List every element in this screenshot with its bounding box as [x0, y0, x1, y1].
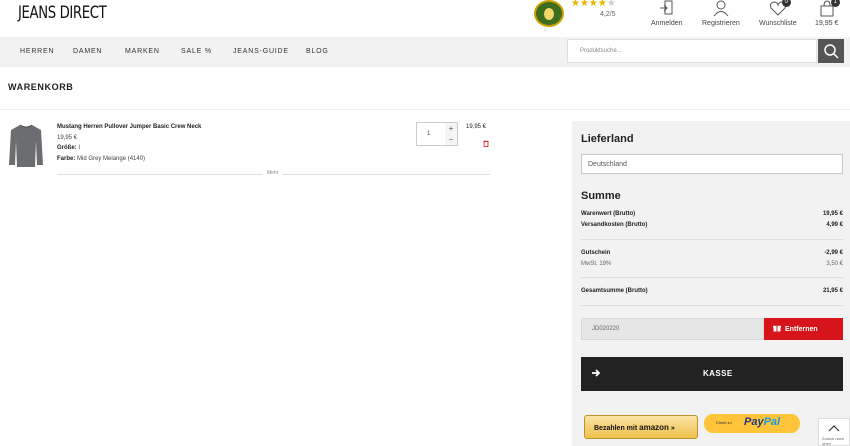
cart-button[interactable]: 1 19,95 € — [815, 0, 840, 27]
paypal-logo: PayPal — [744, 416, 780, 428]
site-logo[interactable]: JEANS DIRECT — [18, 3, 107, 23]
summary-label: Warenwert (Brutto) — [581, 211, 636, 217]
rating-text: 4,2/5 — [600, 11, 616, 18]
nav-item-sale[interactable]: SALE % — [181, 48, 212, 55]
summary-value: -2,99 € — [824, 250, 843, 256]
quantity-value[interactable]: 1 — [427, 131, 430, 137]
product-size: Größe: I — [57, 145, 80, 151]
user-icon — [711, 0, 731, 17]
trust-seal-icon[interactable] — [534, 0, 564, 27]
summary-value: 4,99 € — [826, 222, 843, 228]
quantity-decrease-button[interactable]: − — [445, 134, 457, 145]
search-button[interactable] — [818, 39, 844, 63]
wishlist-button[interactable]: 0 Wunschliste — [759, 0, 797, 27]
summary-label: Gesamtsumme (Brutto) — [581, 288, 648, 294]
remove-coupon-button[interactable]: Entfernen — [764, 318, 843, 340]
nav-item-damen[interactable]: DAMEN — [73, 48, 102, 55]
paypal-logo-pal: Pal — [763, 416, 781, 428]
amazon-pay-button[interactable]: Bezahlen mit amazon » — [584, 415, 698, 439]
rating-stars: ★★★★★ — [571, 0, 616, 9]
divider — [0, 109, 850, 110]
summary-row-shipping: Versandkosten (Brutto) 4,99 € — [581, 222, 843, 228]
login-icon — [657, 0, 677, 17]
summary-row-coupon: Gutschein -2,99 € — [581, 250, 843, 256]
login-button[interactable]: Anmelden — [651, 0, 683, 27]
checkout-label: KASSE — [703, 369, 733, 378]
paypal-button[interactable]: Direkt zu PayPal — [704, 414, 800, 433]
page-title: WARENKORB — [8, 82, 74, 92]
coupon-code-field[interactable]: JD020220 — [581, 318, 764, 340]
summary-value: 19,95 € — [822, 211, 843, 217]
summary-label: Gutschein — [581, 250, 611, 256]
search-icon — [824, 44, 839, 59]
heart-icon: 0 — [768, 0, 791, 17]
color-value: Mid Grey Melange (4140) — [77, 156, 146, 162]
back-to-top-label: Zurück nach oben — [822, 436, 845, 446]
checkout-button[interactable]: KASSE — [581, 357, 843, 391]
quantity-stepper[interactable]: 1 + − — [416, 122, 458, 146]
summary-label: Versandkosten (Brutto) — [581, 222, 648, 228]
register-label: Registrieren — [702, 20, 740, 27]
size-value: I — [78, 145, 81, 151]
summary-divider — [581, 305, 843, 306]
bag-icon: 1 — [817, 0, 840, 17]
color-label: Farbe: — [57, 156, 76, 162]
arrow-right-icon — [592, 369, 601, 377]
paypal-prefix: Direkt zu — [716, 420, 732, 425]
summary-row-tax: MwSt. 19% 3,50 € — [581, 261, 843, 267]
back-to-top-button[interactable]: Zurück nach oben — [818, 418, 850, 446]
nav-item-jeans-guide[interactable]: JEANS-GUIDE — [233, 48, 289, 55]
amazon-pay-label: Bezahlen mit — [594, 425, 638, 432]
summary-value: 3,50 € — [826, 261, 843, 267]
summary-row-goods: Warenwert (Brutto) 19,95 € — [581, 211, 843, 217]
summary-label: MwSt. 19% — [581, 261, 612, 267]
gift-icon — [773, 325, 781, 332]
summary-row-total: Gesamtsumme (Brutto) 21,95 € — [581, 288, 843, 294]
summary-divider — [581, 239, 843, 240]
product-image[interactable] — [8, 123, 44, 168]
chevrons-right-icon: » — [670, 425, 675, 432]
trash-icon[interactable] — [483, 134, 489, 147]
country-select[interactable]: Deutschland — [581, 154, 843, 174]
summary-divider — [581, 277, 843, 278]
nav-item-marken[interactable]: MARKEN — [125, 48, 160, 55]
cart-total-label: 19,95 € — [815, 20, 839, 27]
summary-value: 21,95 € — [822, 288, 843, 294]
search-input[interactable]: Produktsuche... — [567, 39, 817, 63]
chevron-up-icon — [828, 425, 840, 432]
amazon-logo: amazon — [639, 423, 669, 432]
more-link[interactable]: Mehr — [263, 170, 283, 176]
nav-item-herren[interactable]: HERREN — [20, 48, 54, 55]
product-price: 19,95 € — [57, 135, 78, 141]
paypal-logo-pay: Pay — [744, 416, 764, 428]
size-label: Größe: — [57, 145, 77, 151]
remove-coupon-label: Entfernen — [785, 326, 818, 333]
line-total: 19,95 € — [466, 124, 487, 130]
nav-item-blog[interactable]: BLOG — [306, 48, 329, 55]
quantity-increase-button[interactable]: + — [445, 123, 457, 134]
wishlist-count-badge: 0 — [781, 0, 791, 7]
login-label: Anmelden — [651, 20, 683, 27]
sum-heading: Summe — [581, 190, 621, 202]
register-button[interactable]: Registrieren — [702, 0, 740, 27]
cart-count-badge: 1 — [830, 0, 840, 7]
product-color: Farbe: Mid Grey Melange (4140) — [57, 156, 145, 162]
wishlist-label: Wunschliste — [759, 20, 797, 27]
page: JEANS DIRECT ★★★★★ 4,2/5 Anmelden Regist… — [0, 0, 850, 446]
country-heading: Lieferland — [581, 133, 634, 145]
product-name[interactable]: Mustang Herren Pullover Jumper Basic Cre… — [57, 124, 201, 130]
